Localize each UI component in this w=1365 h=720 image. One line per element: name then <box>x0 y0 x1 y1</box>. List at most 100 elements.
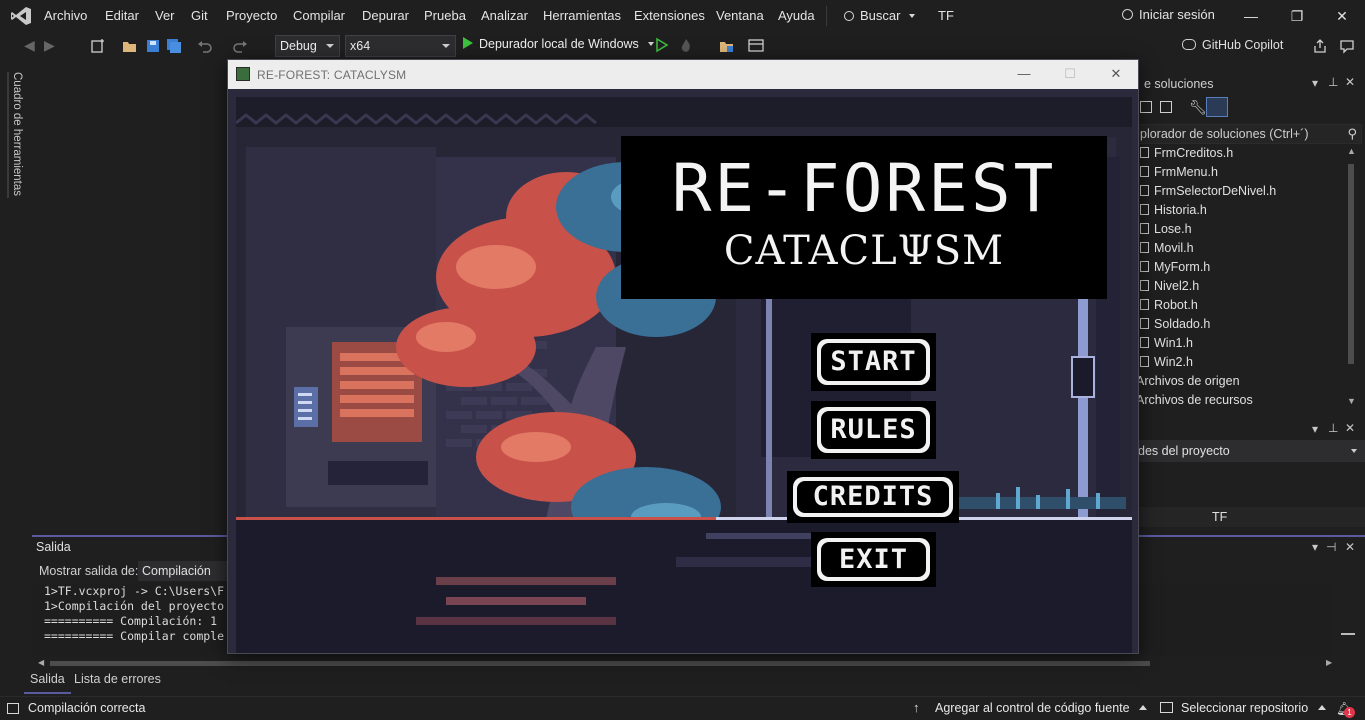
collapse-all-icon[interactable] <box>1140 101 1152 113</box>
file-soldado[interactable]: Soldado.h <box>1140 317 1210 336</box>
pin-icon[interactable]: ⊥ <box>1328 75 1338 89</box>
solution-folder-icon[interactable] <box>719 38 735 54</box>
file-label: MyForm.h <box>1154 260 1211 274</box>
start-button[interactable]: START <box>811 333 936 391</box>
preview-selected-icon[interactable] <box>1206 97 1228 117</box>
tab-error-list[interactable]: Lista de errores <box>68 672 167 694</box>
scroll-thumb[interactable] <box>50 661 1150 666</box>
close-button[interactable]: ✕ <box>1322 4 1362 28</box>
menu-proyecto[interactable]: Proyecto <box>226 8 277 23</box>
rules-button[interactable]: RULES <box>811 401 936 459</box>
properties-object-label: des del proyecto <box>1138 444 1230 458</box>
output-vertical-scrollbar[interactable] <box>1340 583 1355 655</box>
menu-extensiones[interactable]: Extensiones <box>634 8 705 23</box>
game-maximize-button[interactable]: ☐ <box>1048 63 1092 85</box>
scroll-thumb[interactable] <box>1348 164 1354 364</box>
menu-editar[interactable]: Editar <box>105 8 139 23</box>
folder-source-files[interactable]: Archivos de origen <box>1136 374 1240 393</box>
share-icon[interactable] <box>1312 38 1328 54</box>
output-source-select[interactable]: Compilación <box>138 561 238 581</box>
properties-object-select[interactable]: des del proyecto <box>1132 440 1365 462</box>
visual-studio-logo-icon[interactable] <box>10 6 32 26</box>
add-to-source-control-button[interactable]: ↑ Agregar al control de código fuente <box>913 700 1148 715</box>
hot-reload-icon[interactable] <box>678 38 694 54</box>
file-frmmenu[interactable]: FrmMenu.h <box>1140 165 1218 184</box>
menu-depurar[interactable]: Depurar <box>362 8 409 23</box>
search-menu[interactable]: Buscar <box>844 8 916 23</box>
output-horizontal-scrollbar[interactable]: ◀ ▶ <box>38 658 1334 668</box>
folder-resource-files[interactable]: Archivos de recursos <box>1136 393 1253 412</box>
file-win1[interactable]: Win1.h <box>1140 336 1193 355</box>
start-without-debugging-icon[interactable] <box>654 37 670 53</box>
solution-scrollbar[interactable]: ▲ ▼ <box>1344 144 1358 410</box>
menu-ayuda[interactable]: Ayuda <box>778 8 815 23</box>
game-close-button[interactable]: ✕ <box>1094 63 1138 85</box>
chevron-down-icon[interactable]: ▾ <box>1312 76 1318 90</box>
menu-analizar[interactable]: Analizar <box>481 8 528 23</box>
file-myform[interactable]: MyForm.h <box>1140 260 1210 279</box>
menu-ver[interactable]: Ver <box>155 8 175 23</box>
file-nivel2[interactable]: Nivel2.h <box>1140 279 1199 298</box>
scroll-up-icon[interactable]: ▲ <box>1347 146 1356 156</box>
file-historia[interactable]: Historia.h <box>1140 203 1207 222</box>
back-icon[interactable]: ◀ <box>24 37 40 53</box>
property-row[interactable]: TF <box>1132 507 1365 527</box>
output-line: ========== Compilar comple <box>44 629 225 643</box>
toolbox-tab[interactable]: Cuadro de herramientas <box>11 72 23 196</box>
scroll-down-icon[interactable]: ▼ <box>1347 396 1356 406</box>
notification-badge: 1 <box>1344 707 1355 718</box>
file-lose[interactable]: Lose.h <box>1140 222 1192 241</box>
solution-explorer-toolbar: 🔧︎ <box>1132 96 1365 120</box>
open-folder-icon[interactable] <box>122 38 138 54</box>
chevron-down-icon <box>909 14 916 18</box>
arrow-up-icon: ↑ <box>913 700 920 715</box>
scroll-right-icon[interactable]: ▶ <box>1326 658 1332 667</box>
credits-button[interactable]: CREDITS <box>787 471 959 523</box>
save-all-icon[interactable] <box>166 38 182 54</box>
layout-icon[interactable] <box>748 38 764 54</box>
save-icon[interactable] <box>145 38 161 54</box>
menu-compilar[interactable]: Compilar <box>293 8 345 23</box>
show-all-files-icon[interactable] <box>1160 101 1172 113</box>
menu-archivo[interactable]: Archivo <box>44 8 87 23</box>
menu-prueba[interactable]: Prueba <box>424 8 466 23</box>
file-win2[interactable]: Win2.h <box>1140 355 1193 374</box>
menu-ventana[interactable]: Ventana <box>716 8 764 23</box>
configuration-select[interactable]: Debug <box>275 35 340 57</box>
chevron-down-icon[interactable]: ▾ <box>1312 540 1318 554</box>
scroll-thumb[interactable] <box>1341 633 1355 635</box>
github-copilot-button[interactable]: GitHub Copilot <box>1182 38 1283 52</box>
game-minimize-button[interactable]: — <box>1002 63 1046 85</box>
file-label: FrmMenu.h <box>1154 165 1218 179</box>
file-frmcreditos[interactable]: FrmCreditos.h <box>1140 146 1233 165</box>
menu-git[interactable]: Git <box>191 8 208 23</box>
feedback-icon[interactable] <box>1339 38 1355 54</box>
file-frmselectordenivel[interactable]: FrmSelectorDeNivel.h <box>1140 184 1276 203</box>
file-robot[interactable]: Robot.h <box>1140 298 1198 317</box>
redo-icon[interactable] <box>232 38 248 54</box>
select-repository-button[interactable]: Seleccionar repositorio <box>1160 701 1326 715</box>
minimize-button[interactable]: — <box>1231 4 1271 28</box>
notifications-button[interactable]: 🔔︎ 1 <box>1336 701 1356 718</box>
game-window-titlebar[interactable]: RE-FOREST: CATACLYSM — ☐ ✕ <box>228 60 1138 89</box>
solution-search-input[interactable]: plorador de soluciones (Ctrl+´) ⚲ <box>1136 124 1362 144</box>
close-icon[interactable]: ✕ <box>1345 421 1355 435</box>
menu-herramientas[interactable]: Herramientas <box>543 8 621 23</box>
tab-output[interactable]: Salida <box>24 672 71 694</box>
restore-button[interactable]: ❐ <box>1277 4 1317 28</box>
signin-button[interactable]: Iniciar sesión <box>1122 7 1215 22</box>
new-project-icon[interactable] <box>90 38 106 54</box>
close-icon[interactable]: ✕ <box>1345 540 1355 554</box>
scroll-left-icon[interactable]: ◀ <box>38 658 44 667</box>
platform-select[interactable]: x64 <box>345 35 456 57</box>
close-icon[interactable]: ✕ <box>1345 75 1355 89</box>
pin-icon[interactable]: ⊥ <box>1328 421 1338 435</box>
undo-icon[interactable] <box>197 38 213 54</box>
pin-icon[interactable]: ⊣ <box>1326 540 1336 554</box>
wrench-icon[interactable]: 🔧︎ <box>1189 99 1207 116</box>
exit-button[interactable]: EXIT <box>811 532 936 587</box>
file-movil[interactable]: Movil.h <box>1140 241 1194 260</box>
start-debugging-button[interactable]: Depurador local de Windows <box>463 37 655 51</box>
forward-icon[interactable]: ▶ <box>44 37 60 53</box>
chevron-down-icon[interactable]: ▾ <box>1312 422 1318 436</box>
